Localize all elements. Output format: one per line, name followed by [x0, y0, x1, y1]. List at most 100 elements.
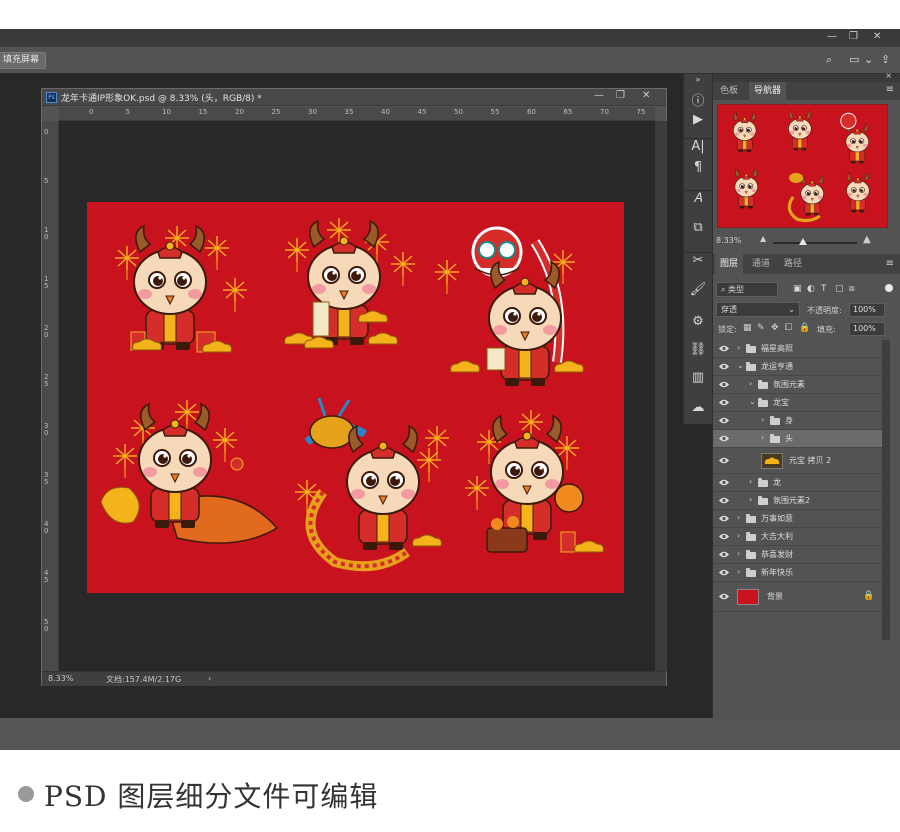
zoom-slider-knob[interactable] — [799, 238, 807, 245]
visibility-eye-icon[interactable] — [719, 457, 729, 464]
opacity-input[interactable]: 100% — [849, 303, 885, 317]
filter-smart-icon[interactable]: ⧈ — [849, 284, 855, 294]
horizontal-ruler[interactable]: 0 5 10 15 20 25 30 35 40 45 50 55 60 65 70 75 — [59, 107, 655, 121]
layer-row[interactable]: › 龙 — [713, 474, 882, 492]
chevron-down-icon[interactable]: ⌄ — [737, 361, 744, 370]
workspace-icon[interactable]: ▭ — [849, 53, 859, 66]
visibility-eye-icon[interactable] — [719, 479, 729, 486]
layer-row[interactable]: › 恭喜发财 — [713, 546, 882, 564]
play-icon[interactable]: ▶ — [684, 112, 712, 127]
visibility-eye-icon[interactable] — [719, 417, 729, 424]
tab-layers[interactable]: 图层 — [715, 254, 744, 274]
clone-source-icon[interactable]: ⛓ — [684, 342, 712, 357]
tab-navigator[interactable]: 导航器 — [749, 82, 787, 100]
chevron-right-icon[interactable]: › — [737, 567, 740, 576]
zoom-in-icon[interactable]: ▲ — [863, 234, 871, 245]
visibility-eye-icon[interactable] — [719, 533, 729, 540]
layer-row[interactable]: › 氛围元素 — [713, 376, 882, 394]
layer-row[interactable]: › 头 — [713, 430, 882, 448]
restore-icon[interactable]: ❐ — [849, 31, 858, 42]
paragraph-icon[interactable]: ¶ — [684, 160, 712, 175]
doc-restore-icon[interactable]: ❐ — [616, 90, 625, 101]
document-tab[interactable]: Ps 龙年卡通IP形象OK.psd @ 8.33% (头，RGB/8) * — … — [42, 89, 666, 106]
canvas-area[interactable] — [59, 121, 655, 671]
chevron-right-icon[interactable]: › — [737, 549, 740, 558]
filter-adjust-icon[interactable]: ◐ — [807, 284, 815, 294]
fill-input[interactable]: 100% — [849, 322, 885, 336]
layer-row[interactable]: › 大吉大利 — [713, 528, 882, 546]
visibility-eye-icon[interactable] — [719, 363, 729, 370]
filter-type-icon[interactable]: T — [821, 284, 827, 294]
chevron-right-icon[interactable]: › — [737, 513, 740, 522]
navigator-menu-icon[interactable]: ≡ — [886, 84, 894, 95]
layers-menu-icon[interactable]: ≡ — [886, 258, 894, 269]
adjustments-icon[interactable]: ⚙ — [684, 314, 712, 329]
layer-row[interactable]: ⌄ 龙运亨通 — [713, 358, 882, 376]
status-menu-arrow-icon[interactable]: › — [208, 674, 211, 683]
chevron-right-icon[interactable]: › — [749, 495, 752, 504]
layer-row[interactable]: › 身 — [713, 412, 882, 430]
blend-mode-select[interactable]: 穿透 ⌄ — [716, 302, 800, 317]
tab-paths[interactable]: 路径 — [779, 254, 807, 274]
search-icon[interactable]: ⌕ — [826, 53, 832, 67]
vertical-ruler[interactable]: 0 5 1 0 1 5 2 0 2 5 3 0 3 5 4 0 4 5 5 0 — [42, 121, 59, 671]
lock-artboard-icon[interactable]: ⧠ — [785, 323, 792, 333]
layer-row[interactable]: ⌄ 龙宝 — [713, 394, 882, 412]
lock-image-icon[interactable]: ✎ — [757, 323, 765, 333]
zoom-out-icon[interactable]: ▲ — [760, 234, 766, 243]
lock-transparency-icon[interactable]: ▦ — [743, 323, 752, 333]
artboard[interactable] — [87, 202, 624, 593]
collapse-icon[interactable]: » — [684, 75, 712, 84]
filter-kind-select[interactable]: ⌕ 类型 — [716, 282, 778, 297]
layer-row[interactable]: 背景 🔒 — [713, 582, 882, 612]
visibility-eye-icon[interactable] — [719, 497, 729, 504]
libraries-icon[interactable]: ☁ — [684, 400, 712, 415]
visibility-eye-icon[interactable] — [719, 515, 729, 522]
layer-row[interactable]: › 万事如意 — [713, 510, 882, 528]
lock-all-icon[interactable]: 🔒 — [799, 323, 810, 333]
visibility-eye-icon[interactable] — [719, 435, 729, 442]
chevron-right-icon[interactable]: › — [749, 477, 752, 486]
layer-row[interactable]: › 氛围元素2 — [713, 492, 882, 510]
navigator-zoom-value[interactable]: 8.33% — [716, 236, 741, 245]
status-zoom[interactable]: 8.33% — [48, 674, 73, 683]
vertical-scrollbar[interactable] — [655, 121, 667, 671]
filter-pixel-icon[interactable]: ▣ — [793, 284, 802, 294]
visibility-eye-icon[interactable] — [719, 381, 729, 388]
filter-shape-icon[interactable]: ▢ — [835, 284, 844, 294]
zoom-slider[interactable] — [773, 242, 857, 244]
visibility-eye-icon[interactable] — [719, 345, 729, 352]
doc-close-icon[interactable]: ✕ — [642, 90, 650, 101]
close-panels-icon[interactable]: × — [885, 71, 892, 80]
chevron-right-icon[interactable]: › — [737, 343, 740, 352]
layer-row[interactable]: › 福星高照 — [713, 340, 882, 358]
chevron-right-icon[interactable]: › — [749, 379, 752, 388]
visibility-eye-icon[interactable] — [719, 593, 729, 600]
character-icon[interactable]: A| — [684, 138, 712, 154]
visibility-eye-icon[interactable] — [719, 399, 729, 406]
info-icon[interactable]: ⓘ — [684, 90, 712, 109]
brush-icon[interactable]: 🖌 — [684, 282, 712, 297]
layer-comps-icon[interactable]: ⧉ — [684, 220, 712, 235]
chevron-right-icon[interactable]: › — [761, 433, 764, 442]
close-icon[interactable]: ✕ — [873, 31, 881, 42]
histogram-icon[interactable]: ▥ — [684, 370, 712, 385]
share-icon[interactable]: ⇪ — [881, 53, 890, 66]
tool-presets-icon[interactable]: ✂ — [684, 252, 712, 268]
visibility-eye-icon[interactable] — [719, 551, 729, 558]
chevron-right-icon[interactable]: › — [761, 415, 764, 424]
chevron-down-icon[interactable]: ⌄ — [749, 397, 756, 406]
layer-row[interactable]: › 新年快乐 — [713, 564, 882, 582]
tab-channels[interactable]: 通道 — [747, 254, 775, 274]
visibility-eye-icon[interactable] — [719, 569, 729, 576]
navigator-thumbnail[interactable] — [717, 104, 888, 228]
lock-position-icon[interactable]: ✥ — [771, 323, 779, 333]
tab-swatches[interactable]: 色板 — [715, 82, 743, 100]
minimize-icon[interactable]: — — [827, 31, 837, 42]
chevron-down-icon[interactable]: ⌄ — [864, 53, 873, 66]
doc-minimize-icon[interactable]: — — [594, 90, 604, 101]
fill-screen-button[interactable]: 填充屏幕 — [0, 52, 47, 69]
filter-toggle[interactable] — [885, 284, 893, 292]
glyphs-icon[interactable]: 𝐴 — [684, 190, 712, 206]
layer-row[interactable]: 元宝 拷贝 2 — [713, 448, 882, 474]
